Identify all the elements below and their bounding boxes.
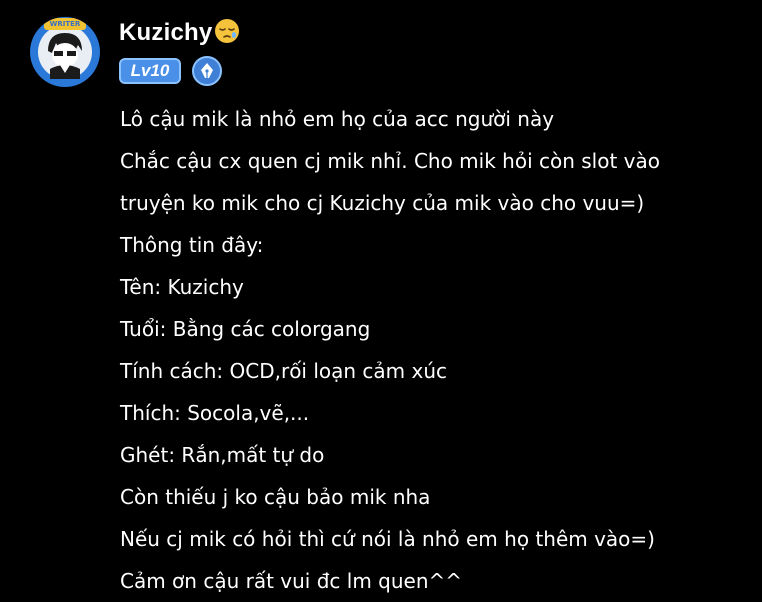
post-line: Cảm ơn cậu rất vui đc lm quen^^ bbox=[120, 569, 463, 593]
sleepy-face-emoji-icon bbox=[213, 17, 241, 45]
post-body: Lô cậu mik là nhỏ em họ của acc người nà… bbox=[120, 98, 740, 602]
post-card: WRITER Kuzichy Lv10 Lô cậu mik là nhỏ em… bbox=[0, 0, 762, 600]
author-name-row[interactable]: Kuzichy bbox=[119, 17, 241, 47]
post-line: Thích: Socola,vẽ,... bbox=[120, 401, 310, 425]
post-line: Thông tin đây: bbox=[120, 233, 264, 257]
level-badge[interactable]: Lv10 bbox=[119, 58, 181, 84]
post-line: truyện ko mik cho cj Kuzichy của mik vào… bbox=[120, 191, 645, 215]
author-badges: Lv10 bbox=[119, 56, 222, 86]
avatar-image bbox=[38, 25, 92, 79]
post-line: Tên: Kuzichy bbox=[120, 275, 244, 299]
author-avatar[interactable]: WRITER bbox=[28, 15, 102, 89]
writer-banner: WRITER bbox=[44, 18, 86, 30]
post-line: Ghét: Rắn,mất tự do bbox=[120, 443, 325, 467]
author-name: Kuzichy bbox=[119, 19, 213, 46]
post-line: Chắc cậu cx quen cj mik nhỉ. Cho mik hỏi… bbox=[120, 149, 660, 173]
post-line: Lô cậu mik là nhỏ em họ của acc người nà… bbox=[120, 107, 555, 131]
post-line: Nếu cj mik có hỏi thì cứ nói là nhỏ em h… bbox=[120, 527, 655, 551]
avatar-character-icon bbox=[48, 33, 82, 79]
pen-nib-icon[interactable] bbox=[192, 56, 222, 86]
avatar: WRITER bbox=[30, 17, 100, 87]
post-line: Tuổi: Bằng các colorgang bbox=[120, 317, 371, 341]
post-line: Còn thiếu j ko cậu bảo mik nha bbox=[120, 485, 431, 509]
post-line: Tính cách: OCD,rối loạn cảm xúc bbox=[120, 359, 448, 383]
